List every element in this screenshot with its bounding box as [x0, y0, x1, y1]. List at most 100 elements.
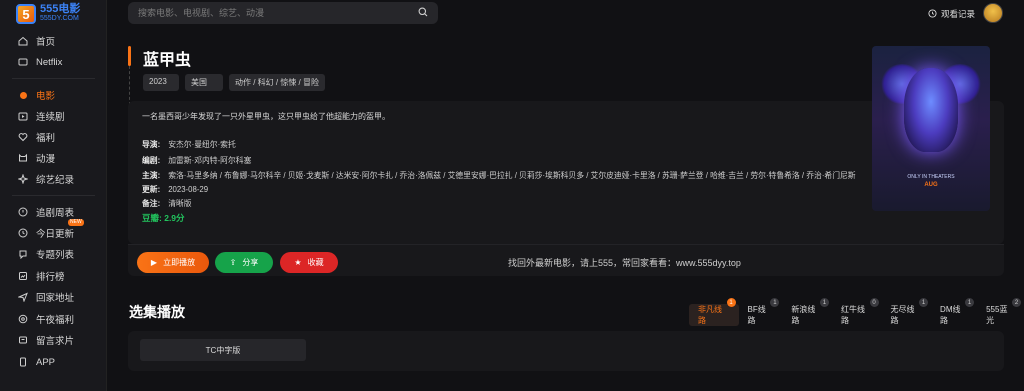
- avatar[interactable]: [983, 3, 1003, 23]
- clock-icon: [18, 228, 28, 238]
- sidebar-item-app[interactable]: APP: [0, 351, 107, 373]
- tab-source-wujin[interactable]: 无尽线路 1: [882, 298, 932, 326]
- app-icon: [18, 357, 28, 367]
- sidebar-item-label: 福利: [36, 133, 56, 144]
- star-icon: ★: [294, 258, 302, 267]
- douban-label: 豆瓣:: [142, 213, 162, 223]
- play-icon: ▶: [150, 258, 158, 267]
- tag-year[interactable]: 2023: [143, 74, 179, 91]
- favorite-button[interactable]: ★ 收藏: [280, 252, 338, 273]
- updated-row: 更新: 2023-08-29: [142, 184, 858, 195]
- sidebar-item-label: 电影: [36, 91, 56, 102]
- tab-source-555bluray[interactable]: 555蓝光 2: [977, 298, 1024, 326]
- douban-row: 豆瓣: 2.9分: [142, 212, 858, 224]
- history-link[interactable]: 观看记录: [928, 8, 975, 20]
- action-bar: ▶ 立即播放 ⇪ 分享 ★ 收藏 找回外最新电影，请上555，常回家看看：www…: [128, 244, 1004, 276]
- dot-icon: [18, 90, 28, 100]
- tab-source-bf[interactable]: BF线路 1: [739, 298, 783, 326]
- cast-label: 主演:: [142, 171, 161, 180]
- rank-icon: [18, 271, 28, 281]
- sidebar-item-schedule[interactable]: 追剧周表: [0, 201, 107, 223]
- moon-icon: [18, 314, 28, 324]
- poster-text: ONLY IN THEATERS: [907, 174, 955, 180]
- sidebar-item-label: 留言求片: [36, 336, 75, 347]
- note-row: 备注: 清晰版: [142, 198, 858, 209]
- sidebar-item-label: 今日更新: [36, 229, 75, 240]
- director-label: 导演:: [142, 140, 161, 149]
- douban-score: 2.9分: [164, 213, 185, 223]
- search-input[interactable]: [138, 8, 418, 18]
- writer-value[interactable]: 加雷斯·邓内特-阿尔科塞: [168, 156, 251, 165]
- source-count: 1: [919, 298, 929, 307]
- sidebar-item-netflix[interactable]: Netflix: [0, 51, 107, 73]
- poster-date: AUG: [924, 182, 938, 188]
- sidebar-item-anime[interactable]: 动漫: [0, 147, 107, 169]
- tab-source-dm[interactable]: DM线路 1: [931, 298, 977, 326]
- sidebar-item-address[interactable]: 回家地址: [0, 286, 107, 308]
- sidebar-item-movies[interactable]: 电影: [0, 84, 107, 106]
- updated-value: 2023-08-29: [168, 185, 209, 194]
- director-value[interactable]: 安杰尔·曼纽尔·索托: [168, 140, 236, 149]
- search-icon[interactable]: [418, 6, 428, 20]
- play-button[interactable]: ▶ 立即播放: [137, 252, 209, 273]
- tag-region[interactable]: 美国: [185, 74, 223, 91]
- message-icon: [18, 335, 28, 345]
- calendar-icon: [18, 207, 28, 217]
- variety-icon: [18, 174, 28, 184]
- sidebar-item-welfare[interactable]: 福利: [0, 126, 107, 148]
- sidebar-item-today[interactable]: 今日更新 NEW: [0, 219, 107, 244]
- writer-row: 编剧: 加雷斯·邓内特-阿尔科塞: [142, 155, 858, 166]
- updated-label: 更新:: [142, 185, 161, 194]
- episode-list: TC中字版: [128, 331, 1004, 371]
- source-count: 1: [770, 298, 780, 307]
- history-label: 观看记录: [941, 9, 976, 19]
- sidebar-item-home[interactable]: 首页: [0, 30, 107, 52]
- movie-tags: 2023 美国 动作 / 科幻 / 惊悚 / 冒险: [143, 74, 325, 91]
- notice-text: 找回外最新电影，请上555，常回家看看：www.555dyy.top: [508, 258, 741, 268]
- sidebar-item-label: 综艺纪录: [36, 175, 75, 186]
- sidebar-item-label: 回家地址: [36, 293, 75, 304]
- cast-row: 主演: 索洛·马里多纳 / 布鲁娜·马尔科辛 / 贝姬·戈麦斯 / 达米安·阿尔卡…: [142, 170, 858, 181]
- clock-icon: [928, 8, 937, 20]
- sidebar-item-topics[interactable]: 专题列表: [0, 243, 107, 265]
- logo-badge: 5: [16, 4, 36, 24]
- tab-source-hongniu[interactable]: 红牛线路 0: [832, 298, 882, 326]
- sidebar-divider: [12, 195, 95, 196]
- source-count: 2: [1012, 298, 1022, 307]
- sidebar: 5 555电影 555DY.COM 首页 Netflix 电影 连续剧 福利 动…: [0, 0, 107, 391]
- tab-source-sina[interactable]: 新浪线路 1: [782, 298, 832, 326]
- home-icon: [18, 36, 28, 46]
- topic-icon: [18, 249, 28, 259]
- share-button[interactable]: ⇪ 分享: [215, 252, 273, 273]
- source-count: 1: [819, 298, 829, 307]
- heart-icon: [18, 132, 28, 142]
- page-title: 蓝甲虫: [143, 52, 192, 69]
- source-tabs: 非凡线路 1 BF线路 1 新浪线路 1 红牛线路 0 无尽线路 1 DM线路 1 555蓝…: [689, 298, 1024, 326]
- movie-poster[interactable]: ONLY IN THEATERS AUG: [872, 46, 990, 211]
- anime-icon: [18, 153, 28, 163]
- sidebar-item-label: 连续剧: [36, 112, 65, 123]
- sidebar-item-label: 首页: [36, 37, 56, 48]
- sidebar-item-variety[interactable]: 综艺纪录: [0, 168, 107, 190]
- writer-label: 编剧:: [142, 156, 161, 165]
- director-row: 导演: 安杰尔·曼纽尔·索托: [142, 139, 858, 150]
- sidebar-item-label: 午夜福利: [36, 315, 75, 326]
- source-count: 1: [965, 298, 975, 307]
- sidebar-divider: [12, 78, 95, 79]
- share-icon: ⇪: [229, 258, 237, 267]
- new-badge: NEW: [68, 219, 84, 226]
- tab-source-feifan[interactable]: 非凡线路 1: [689, 298, 739, 326]
- cast-value[interactable]: 索洛·马里多纳 / 布鲁娜·马尔科辛 / 贝姬·戈麦斯 / 达米安·阿尔卡扎 /…: [168, 171, 855, 180]
- episodes-title: 选集播放: [129, 304, 185, 320]
- sidebar-item-ranking[interactable]: 排行榜: [0, 265, 107, 287]
- movie-description: 一名墨西哥少年发现了一只外星甲虫，这只甲虫给了他超能力的盔甲。: [142, 112, 390, 121]
- sidebar-item-request[interactable]: 留言求片: [0, 329, 107, 351]
- sidebar-item-series[interactable]: 连续剧: [0, 105, 107, 127]
- title-accent-bar: [128, 46, 131, 66]
- site-logo[interactable]: 5 555电影 555DY.COM: [16, 4, 80, 24]
- note-label: 备注:: [142, 199, 161, 208]
- tag-genres[interactable]: 动作 / 科幻 / 惊悚 / 冒险: [229, 74, 325, 91]
- sidebar-item-midnight[interactable]: 午夜福利: [0, 308, 107, 330]
- episode-button[interactable]: TC中字版: [140, 339, 306, 361]
- source-count: 0: [869, 298, 879, 307]
